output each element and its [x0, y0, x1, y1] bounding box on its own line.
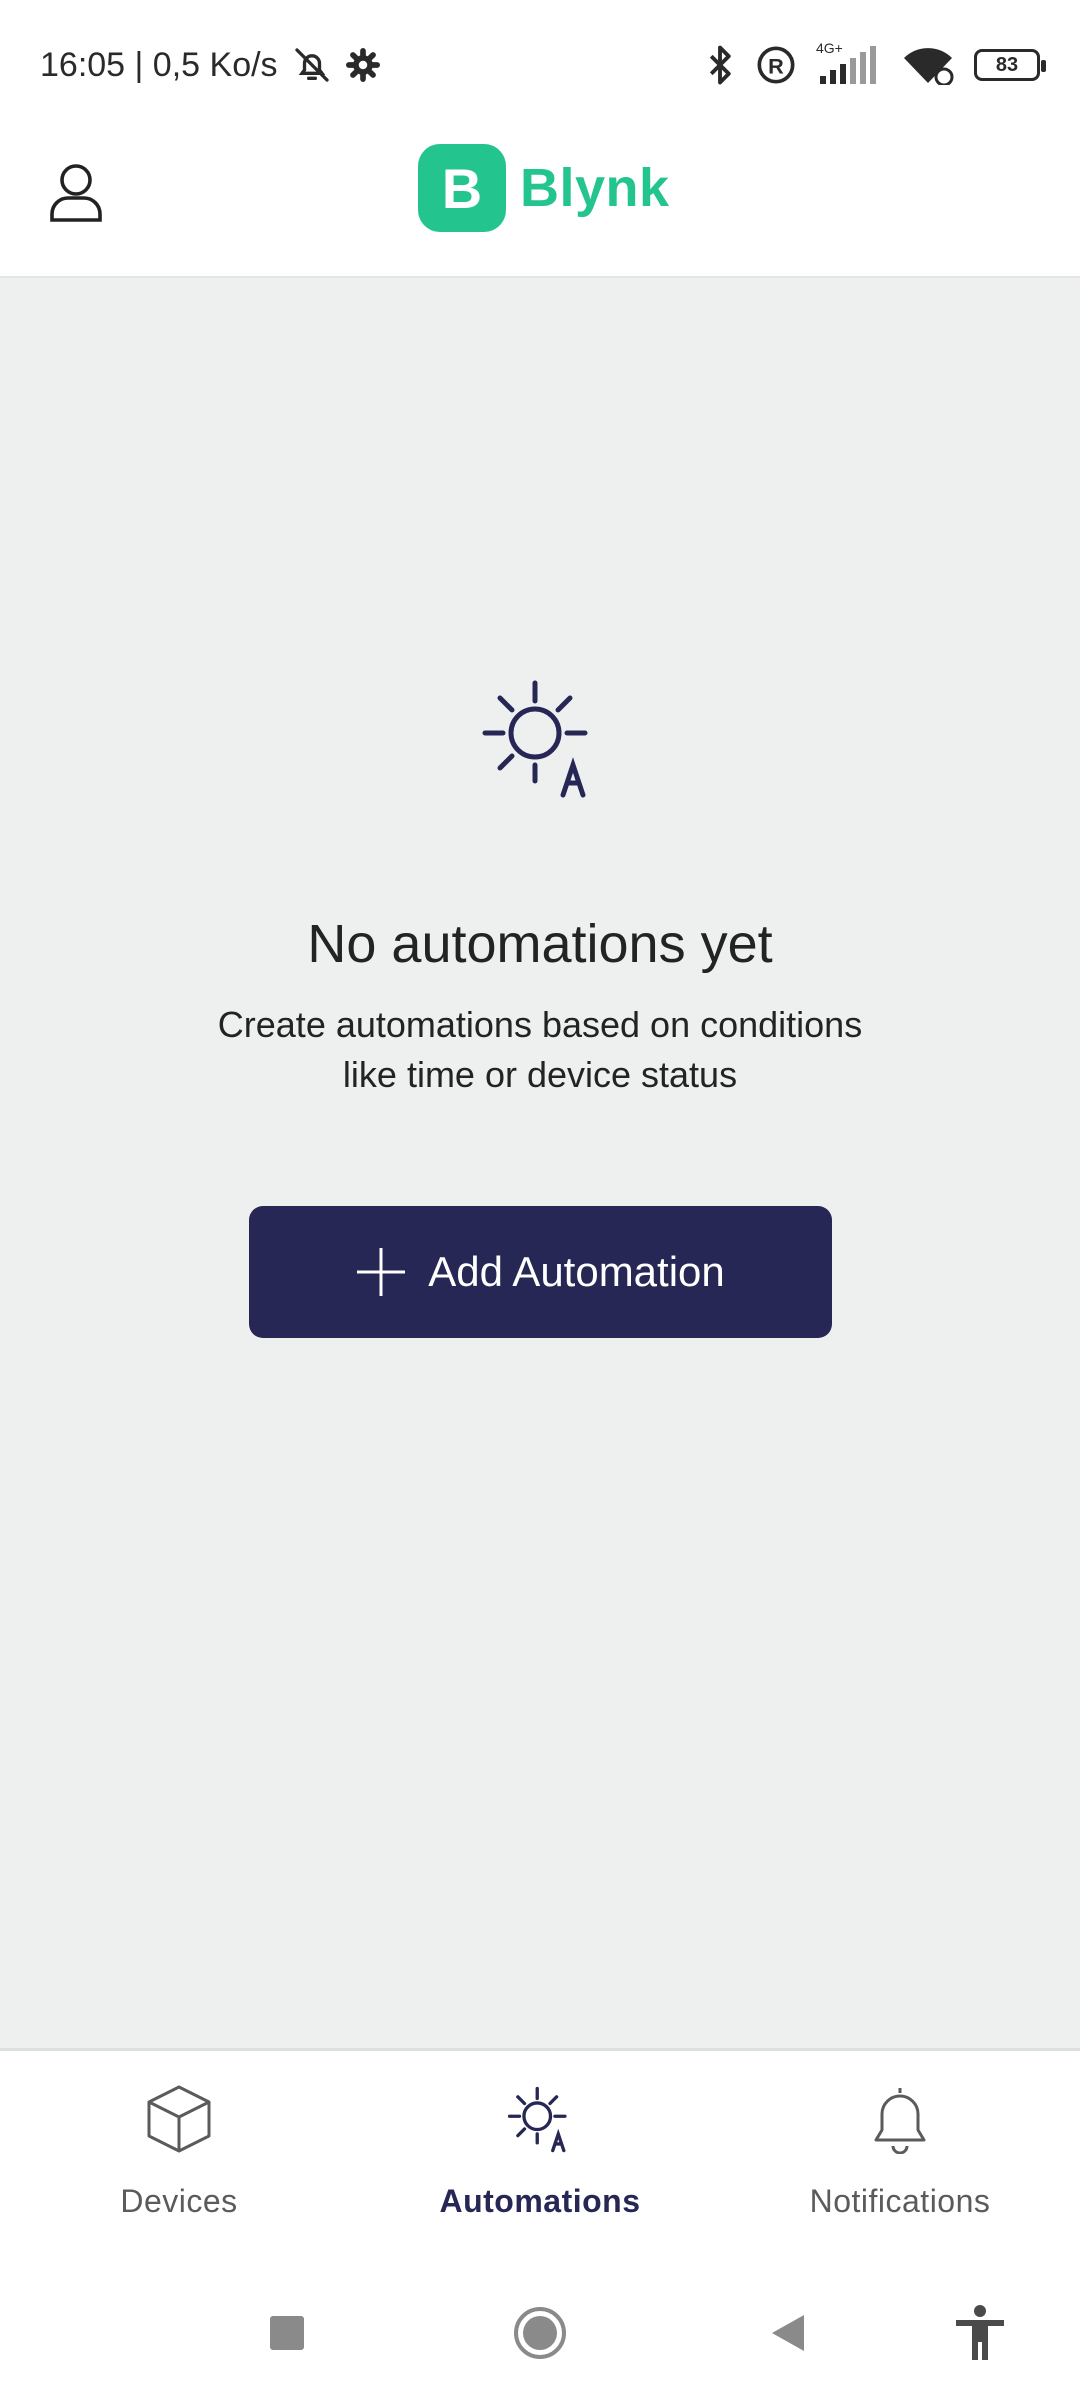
status-left: 16:05 | 0,5 Ko/s	[40, 45, 380, 85]
nav-notifications[interactable]: Notifications	[750, 2079, 1050, 2249]
wifi-icon	[902, 45, 954, 85]
nav-notifications-label: Notifications	[809, 2183, 991, 2219]
nav-automations[interactable]: Automations	[390, 2079, 690, 2249]
back-triangle-icon	[768, 2313, 808, 2358]
recents-button[interactable]	[252, 2300, 322, 2370]
status-right: R 4G+ 83	[704, 40, 1046, 86]
system-nav	[0, 2270, 1080, 2400]
blynk-logo: B Blynk	[418, 144, 670, 232]
logo-mark: B	[418, 144, 506, 232]
accessibility-button[interactable]	[945, 2300, 1015, 2370]
main-content: No automations yet Create automations ba…	[0, 278, 1080, 2048]
app-header: B Blynk	[0, 130, 1080, 278]
add-automation-button[interactable]: Add Automation	[249, 1206, 832, 1338]
add-automation-label: Add Automation	[428, 1248, 725, 1295]
empty-desc-line-1: Create automations based on conditions	[217, 1004, 863, 1045]
empty-desc-line-2: like time or device status	[342, 1054, 738, 1095]
home-circle-icon	[513, 2306, 567, 2365]
network-type-label: 4G+	[816, 40, 843, 56]
gear-icon	[345, 48, 380, 82]
nav-automations-label: Automations	[439, 2183, 641, 2219]
nav-devices[interactable]: Devices	[29, 2079, 329, 2249]
bell-off-icon	[292, 45, 332, 85]
profile-button[interactable]	[40, 158, 112, 230]
nav-devices-label: Devices	[120, 2183, 238, 2219]
bell-icon	[860, 2079, 940, 2159]
time-speed-text: 16:05 | 0,5 Ko/s	[40, 45, 278, 84]
sun-automation-icon	[500, 2079, 580, 2159]
svg-text:R: R	[768, 53, 784, 78]
back-button[interactable]	[753, 2300, 823, 2370]
sun-automation-icon	[475, 673, 605, 803]
battery-level: 83	[995, 53, 1019, 76]
recents-square-icon	[269, 2315, 305, 2356]
user-icon	[48, 162, 104, 227]
plus-icon	[356, 1247, 406, 1297]
signal-icon: 4G+	[816, 40, 882, 84]
cube-icon	[139, 2079, 219, 2159]
bluetooth-icon	[704, 44, 736, 86]
empty-state-title: No automations yet	[307, 914, 773, 974]
logo-text: Blynk	[520, 158, 670, 218]
status-bar: 16:05 | 0,5 Ko/s R 4G+ 83	[0, 0, 1080, 130]
accessibility-icon	[954, 2304, 1006, 2367]
battery-icon: 83	[974, 49, 1046, 81]
home-button[interactable]	[505, 2300, 575, 2370]
bottom-nav: Devices Automations Notifications	[0, 2048, 1080, 2275]
empty-state-description: Create automations based on conditions l…	[140, 1000, 940, 1100]
roaming-icon: R	[756, 45, 796, 85]
